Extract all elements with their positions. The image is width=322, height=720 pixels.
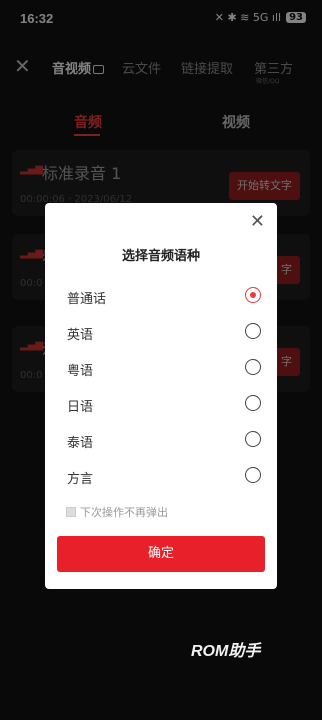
option-label: 日语 [67, 400, 94, 415]
language-option-english[interactable]: 英语 [67, 320, 261, 344]
radio-icon[interactable] [245, 467, 261, 483]
radio-icon[interactable] [245, 323, 261, 339]
option-label: 英语 [67, 328, 94, 343]
language-dialog: ✕ 选择音频语种 普通话 英语 粤语 日语 泰语 方言 下次操作不再弹出 确定 [45, 203, 277, 589]
dont-show-again[interactable]: 下次操作不再弹出 [66, 504, 168, 520]
confirm-button[interactable]: 确定 [57, 536, 265, 572]
close-icon[interactable]: ✕ [250, 211, 265, 232]
language-option-cantonese[interactable]: 粤语 [67, 356, 261, 380]
checkbox-label: 下次操作不再弹出 [80, 506, 168, 519]
language-option-dialect[interactable]: 方言 [67, 464, 261, 488]
language-option-thai[interactable]: 泰语 [67, 428, 261, 452]
dialog-title: 选择音频语种 [121, 249, 200, 264]
option-label: 泰语 [67, 436, 94, 451]
radio-icon[interactable] [245, 359, 261, 375]
radio-selected-icon[interactable] [245, 287, 261, 303]
radio-icon[interactable] [245, 395, 261, 411]
checkbox[interactable] [66, 507, 76, 517]
watermark: ROM助手 [191, 643, 261, 660]
option-label: 普通话 [67, 292, 107, 307]
option-label: 方言 [67, 472, 94, 487]
radio-icon[interactable] [245, 431, 261, 447]
option-label: 粤语 [67, 364, 94, 379]
language-option-mandarin[interactable]: 普通话 [67, 284, 261, 308]
language-option-japanese[interactable]: 日语 [67, 392, 261, 416]
